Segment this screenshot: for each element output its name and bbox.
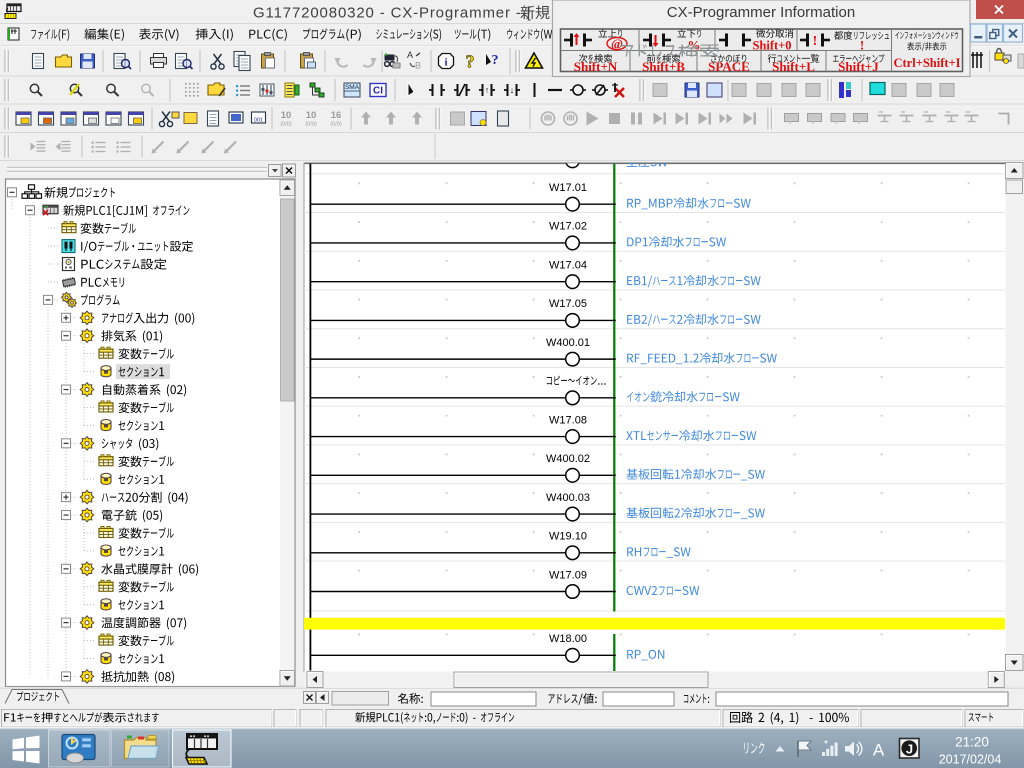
svg-text:Shift+N: Shift+N xyxy=(574,59,618,74)
svg-text:@: @ xyxy=(611,36,623,51)
svg-text:2017/02/04: 2017/02/04 xyxy=(939,753,1002,767)
svg-text:W17.02: W17.02 xyxy=(549,221,587,233)
svg-text:W17.08: W17.08 xyxy=(549,414,587,426)
svg-text:W17.01: W17.01 xyxy=(549,182,587,194)
svg-text:Shift+B: Shift+B xyxy=(642,59,685,74)
svg-text:W17.04: W17.04 xyxy=(549,259,587,271)
svg-text:21:20: 21:20 xyxy=(955,735,989,750)
svg-text:SPACE: SPACE xyxy=(708,59,750,74)
svg-text:J: J xyxy=(906,742,913,757)
svg-text:↓: ↓ xyxy=(510,85,515,95)
svg-text:10: 10 xyxy=(281,110,292,121)
svg-text:W400.01: W400.01 xyxy=(546,337,590,349)
svg-text:Shift+0: Shift+0 xyxy=(752,39,791,53)
svg-text:W19.10: W19.10 xyxy=(549,531,587,543)
svg-text:i: i xyxy=(444,57,447,69)
svg-text:G117720080320 - CX-Programmer: G117720080320 - CX-Programmer - [ xyxy=(253,5,532,22)
svg-text:(0/0): (0/0) xyxy=(330,122,341,128)
svg-text:A: A xyxy=(407,50,413,60)
svg-text:10: 10 xyxy=(306,110,317,121)
svg-text:Shift+L: Shift+L xyxy=(772,59,815,74)
svg-text:Shift+J: Shift+J xyxy=(838,59,879,74)
svg-text:?: ? xyxy=(492,53,499,68)
svg-text:↑: ↑ xyxy=(485,85,490,95)
svg-text:CI: CI xyxy=(373,86,383,97)
svg-text:Ctrl+Shift+I: Ctrl+Shift+I xyxy=(893,56,960,70)
svg-text:001: 001 xyxy=(254,118,263,124)
svg-text:W18.00: W18.00 xyxy=(549,633,587,645)
svg-text:(0/0): (0/0) xyxy=(305,122,316,128)
svg-text:?: ? xyxy=(466,52,475,72)
svg-text:W400.03: W400.03 xyxy=(546,492,590,504)
svg-text:W17.09: W17.09 xyxy=(549,569,587,581)
svg-text:16: 16 xyxy=(331,110,342,121)
svg-text:!: ! xyxy=(813,34,818,49)
svg-text:*: * xyxy=(824,739,828,750)
svg-text:A: A xyxy=(873,741,885,760)
svg-text:(0/0): (0/0) xyxy=(280,122,291,128)
svg-text:W400.02: W400.02 xyxy=(546,453,590,465)
svg-text:W17.05: W17.05 xyxy=(549,298,587,310)
svg-text:SMA: SMA xyxy=(345,84,360,91)
svg-text:CX-Programmer Information: CX-Programmer Information xyxy=(667,4,855,21)
svg-text:!: ! xyxy=(860,38,864,53)
svg-text:B: B xyxy=(415,61,421,71)
